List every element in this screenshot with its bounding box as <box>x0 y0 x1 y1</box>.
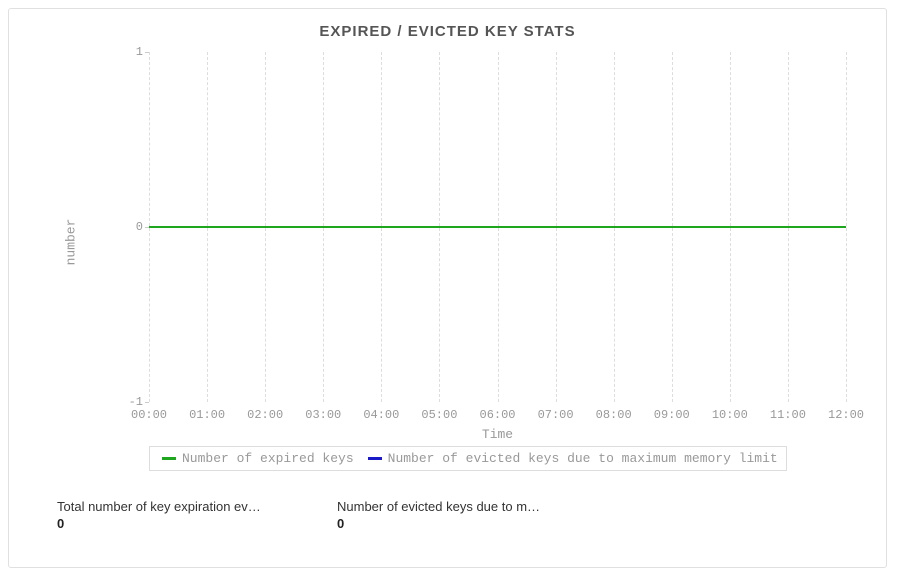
chart-panel: EXPIRED / EVICTED KEY STATS number 1 0 -… <box>8 8 887 568</box>
x-axis-ticks: 00:00 01:00 02:00 03:00 04:00 05:00 06:0… <box>149 408 846 424</box>
stat-evicted-value: 0 <box>337 516 547 531</box>
x-tick: 06:00 <box>479 408 515 422</box>
chart-title: EXPIRED / EVICTED KEY STATS <box>29 23 866 40</box>
stat-expired-label: Total number of key expiration ev… <box>57 499 267 514</box>
stat-evicted: Number of evicted keys due to m… 0 <box>337 499 547 531</box>
x-tick: 07:00 <box>538 408 574 422</box>
x-tick: 12:00 <box>828 408 864 422</box>
x-tick: 01:00 <box>189 408 225 422</box>
y-axis-label: number <box>64 219 79 266</box>
x-axis-label: Time <box>149 427 846 442</box>
legend-swatch-expired <box>162 457 176 460</box>
legend-label-expired: Number of expired keys <box>182 451 354 466</box>
stat-evicted-label: Number of evicted keys due to m… <box>337 499 547 514</box>
plot-area <box>149 52 846 402</box>
stat-expired: Total number of key expiration ev… 0 <box>57 499 267 531</box>
y-tick: 0 <box>109 220 143 234</box>
y-axis-ticks: 1 0 -1 <box>109 52 143 402</box>
stat-expired-value: 0 <box>57 516 267 531</box>
x-tick: 10:00 <box>712 408 748 422</box>
x-tick: 04:00 <box>363 408 399 422</box>
x-tick: 05:00 <box>421 408 457 422</box>
stats-row: Total number of key expiration ev… 0 Num… <box>57 499 866 531</box>
x-tick: 02:00 <box>247 408 283 422</box>
series-expired-line <box>149 226 846 228</box>
y-tick: 1 <box>109 45 143 59</box>
x-tick: 00:00 <box>131 408 167 422</box>
y-tick: -1 <box>109 395 143 409</box>
x-tick: 11:00 <box>770 408 806 422</box>
legend-label-evicted: Number of evicted keys due to maximum me… <box>388 451 778 466</box>
x-tick: 08:00 <box>596 408 632 422</box>
legend-swatch-evicted <box>368 457 382 460</box>
x-tick: 09:00 <box>654 408 690 422</box>
chart-legend: Number of expired keys Number of evicted… <box>149 446 787 471</box>
chart-area: number 1 0 -1 00:00 0 <box>109 42 856 442</box>
x-tick: 03:00 <box>305 408 341 422</box>
